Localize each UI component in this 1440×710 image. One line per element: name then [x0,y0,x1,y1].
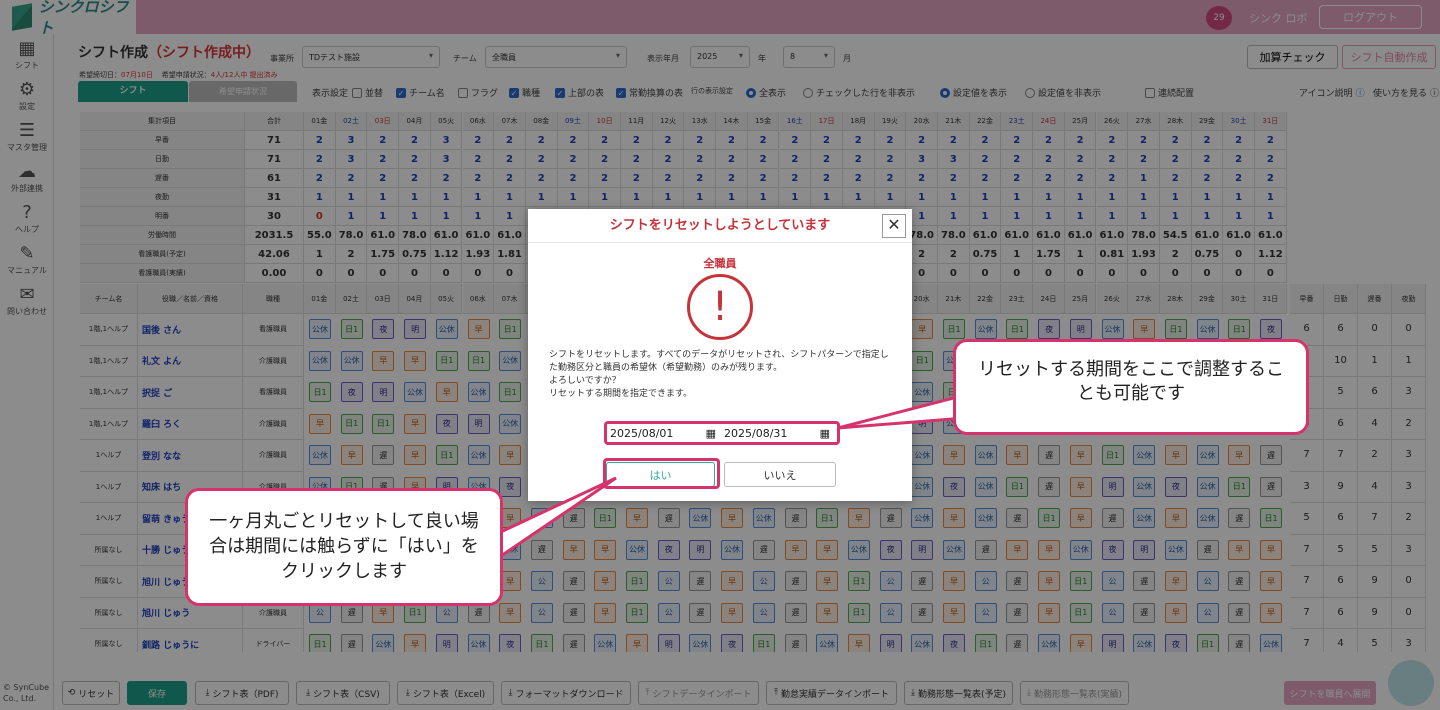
warning-icon: ! [687,274,753,340]
message-line: リセットする期間を指定できます。 [549,389,693,399]
reset-modal: シフトをリセットしようとしています ✕ 全職員 ! シフトをリセットします。すべ… [528,209,912,501]
close-icon[interactable]: ✕ [882,214,906,238]
message-line: よろしいですか？ [549,376,621,386]
message-line: シフトをリセットします。すべてのデータがリセットされ、シフトパターンで指定した勤… [549,350,889,373]
callout-left: 一ヶ月丸ごとリセットして良い場合は期間には触らずに「はい」をクリックします [185,488,503,606]
yes-highlight [603,458,720,489]
callout-right: リセットする期間をここで調整することも可能です [953,339,1309,435]
modal-target: 全職員 [703,257,737,270]
modal-message: シフトをリセットします。すべてのデータがリセットされ、シフトパターンで指定した勤… [549,349,894,401]
modal-title: シフトをリセットしようとしています [528,209,912,243]
date-highlight [604,421,840,445]
no-button[interactable]: いいえ [724,462,836,487]
